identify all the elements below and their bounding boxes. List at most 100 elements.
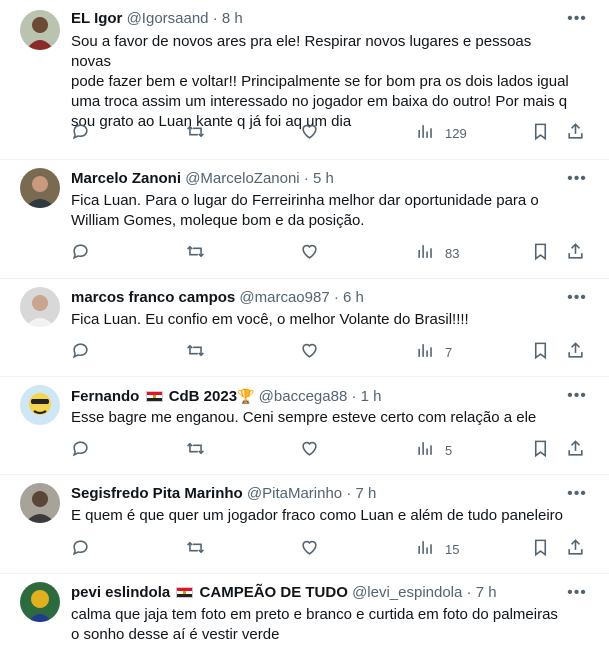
like-icon bbox=[300, 439, 319, 461]
timestamp[interactable]: 7 h bbox=[476, 584, 497, 601]
bookmark-icon bbox=[531, 122, 550, 144]
timestamp[interactable]: 7 h bbox=[356, 485, 377, 502]
like-button[interactable] bbox=[300, 122, 319, 144]
tweet-text: Fica Luan. Para o lugar do Ferreirinha m… bbox=[71, 192, 539, 229]
views-button[interactable]: 7 bbox=[416, 341, 452, 363]
reply-feed: EL Igor @Igorsaand · 8 h ••• Sou a favor… bbox=[0, 0, 609, 651]
more-icon[interactable]: ••• bbox=[567, 388, 587, 409]
reply-icon bbox=[71, 341, 90, 363]
reply-button[interactable] bbox=[71, 538, 90, 560]
timestamp[interactable]: 1 h bbox=[361, 388, 382, 405]
tweet[interactable]: Segisfredo Pita Marinho @PitaMarinho · 7… bbox=[0, 475, 609, 574]
reply-icon bbox=[71, 122, 90, 144]
more-icon[interactable]: ••• bbox=[567, 171, 587, 192]
display-name[interactable]: Segisfredo Pita Marinho bbox=[71, 485, 243, 502]
like-icon bbox=[300, 122, 319, 144]
user-handle[interactable]: @MarceloZanoni bbox=[185, 170, 299, 187]
avatar[interactable] bbox=[20, 385, 60, 425]
retweet-button[interactable] bbox=[186, 242, 205, 264]
timestamp[interactable]: 5 h bbox=[313, 170, 334, 187]
user-handle[interactable]: @levi_espindola bbox=[352, 584, 462, 601]
reply-button[interactable] bbox=[71, 242, 90, 264]
reply-button[interactable] bbox=[71, 341, 90, 363]
display-name-suffix: CdB 2023 bbox=[168, 388, 238, 405]
avatar[interactable] bbox=[20, 483, 60, 523]
tweet[interactable]: marcos franco campos @marcao987 · 6 h ••… bbox=[0, 279, 609, 377]
retweet-button[interactable] bbox=[186, 538, 205, 560]
trophy-icon: 🏆 bbox=[237, 388, 255, 404]
bookmark-button[interactable] bbox=[531, 341, 550, 363]
tweet-header: Segisfredo Pita Marinho @PitaMarinho · 7… bbox=[71, 484, 549, 504]
more-icon[interactable]: ••• bbox=[567, 290, 587, 311]
timestamp[interactable]: 8 h bbox=[222, 10, 243, 27]
tweet-text: Sou a favor de novos ares pra ele! Respi… bbox=[71, 33, 569, 130]
tweet-header: Fernando CdB 2023🏆 @baccega88 · 1 h bbox=[71, 386, 549, 407]
display-name[interactable]: Fernando CdB 2023🏆 bbox=[71, 388, 255, 405]
more-icon[interactable]: ••• bbox=[567, 11, 587, 32]
more-icon[interactable]: ••• bbox=[567, 585, 587, 606]
separator-dot: · bbox=[303, 170, 309, 187]
views-button[interactable]: 5 bbox=[416, 439, 452, 461]
avatar[interactable] bbox=[20, 10, 60, 50]
like-button[interactable] bbox=[300, 242, 319, 264]
bookmark-button[interactable] bbox=[531, 538, 550, 560]
user-handle[interactable]: @marcao987 bbox=[239, 289, 329, 306]
retweet-icon bbox=[186, 341, 205, 363]
views-button[interactable]: 15 bbox=[416, 538, 459, 560]
retweet-icon bbox=[186, 538, 205, 560]
retweet-icon bbox=[186, 122, 205, 144]
user-handle[interactable]: @Igorsaand bbox=[127, 10, 209, 27]
separator-dot: · bbox=[212, 10, 218, 27]
retweet-button[interactable] bbox=[186, 122, 205, 144]
reply-button[interactable] bbox=[71, 439, 90, 461]
action-bar: 7 bbox=[71, 341, 591, 363]
share-button[interactable] bbox=[566, 242, 585, 264]
tweet-header: EL Igor @Igorsaand · 8 h bbox=[71, 9, 549, 29]
views-button[interactable]: 83 bbox=[416, 242, 459, 264]
tweet[interactable]: EL Igor @Igorsaand · 8 h ••• Sou a favor… bbox=[0, 0, 609, 160]
bookmark-icon bbox=[531, 538, 550, 560]
share-icon bbox=[566, 341, 585, 363]
avatar[interactable] bbox=[20, 582, 60, 622]
avatar[interactable] bbox=[20, 287, 60, 327]
view-count: 5 bbox=[445, 442, 453, 458]
bookmark-button[interactable] bbox=[531, 439, 550, 461]
share-button[interactable] bbox=[566, 439, 585, 461]
share-button[interactable] bbox=[566, 538, 585, 560]
action-bar: 129 bbox=[71, 122, 591, 144]
reply-icon bbox=[71, 242, 90, 264]
tweet[interactable]: pevi eslindola CAMPEÃO DE TUDO @levi_esp… bbox=[0, 574, 609, 651]
tweet-header: pevi eslindola CAMPEÃO DE TUDO @levi_esp… bbox=[71, 583, 549, 603]
views-icon bbox=[416, 538, 435, 560]
display-name[interactable]: pevi eslindola CAMPEÃO DE TUDO bbox=[71, 584, 348, 601]
timestamp[interactable]: 6 h bbox=[343, 289, 364, 306]
display-name[interactable]: marcos franco campos bbox=[71, 289, 235, 306]
bookmark-button[interactable] bbox=[531, 122, 550, 144]
bookmark-button[interactable] bbox=[531, 242, 550, 264]
share-icon bbox=[566, 439, 585, 461]
like-button[interactable] bbox=[300, 341, 319, 363]
reply-button[interactable] bbox=[71, 122, 90, 144]
retweet-button[interactable] bbox=[186, 341, 205, 363]
more-icon[interactable]: ••• bbox=[567, 486, 587, 507]
display-name[interactable]: Marcelo Zanoni bbox=[71, 170, 181, 187]
views-button[interactable]: 129 bbox=[416, 122, 467, 144]
action-bar: 5 bbox=[71, 439, 591, 461]
avatar[interactable] bbox=[20, 168, 60, 208]
tweet[interactable]: Marcelo Zanoni @MarceloZanoni · 5 h ••• … bbox=[0, 160, 609, 279]
share-button[interactable] bbox=[566, 341, 585, 363]
display-name[interactable]: EL Igor bbox=[71, 10, 122, 27]
user-handle[interactable]: @PitaMarinho bbox=[247, 485, 342, 502]
like-icon bbox=[300, 341, 319, 363]
like-button[interactable] bbox=[300, 439, 319, 461]
user-handle[interactable]: @baccega88 bbox=[259, 388, 348, 405]
like-button[interactable] bbox=[300, 538, 319, 560]
share-button[interactable] bbox=[566, 122, 585, 144]
views-icon bbox=[416, 242, 435, 264]
tweet-header: Marcelo Zanoni @MarceloZanoni · 5 h bbox=[71, 169, 549, 189]
retweet-button[interactable] bbox=[186, 439, 205, 461]
bookmark-icon bbox=[531, 439, 550, 461]
action-bar: 83 bbox=[71, 242, 591, 264]
view-count: 15 bbox=[445, 541, 460, 557]
tweet[interactable]: Fernando CdB 2023🏆 @baccega88 · 1 h ••• … bbox=[0, 377, 609, 475]
